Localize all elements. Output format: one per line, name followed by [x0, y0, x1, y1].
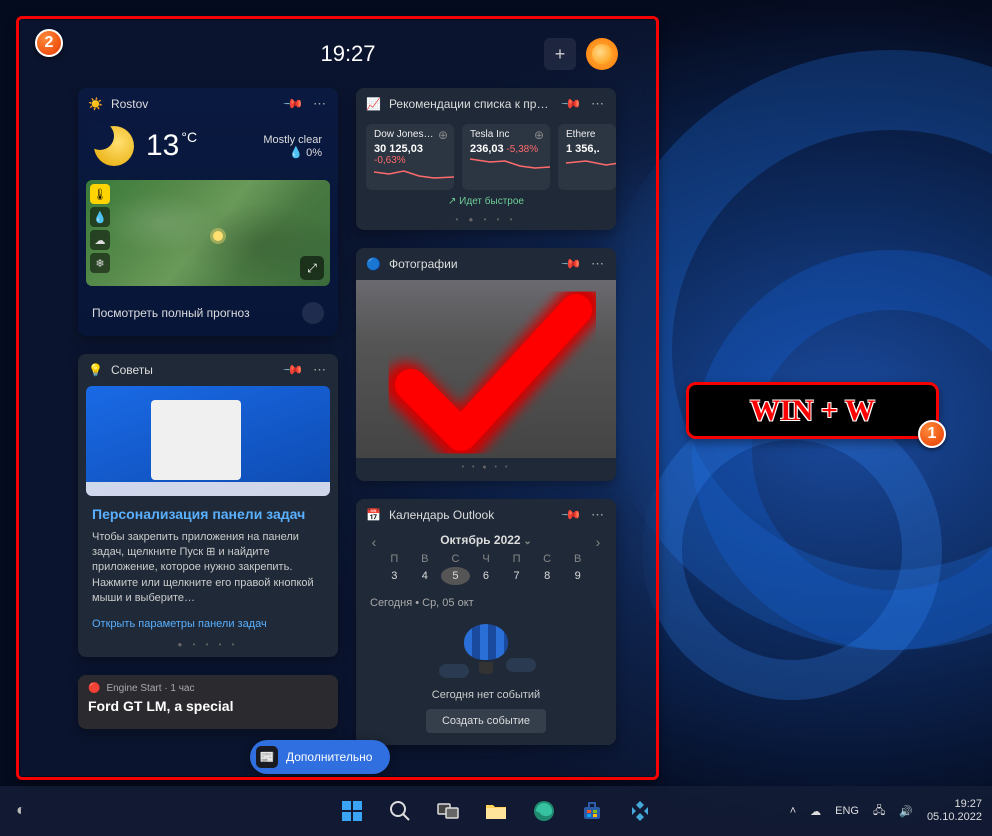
file-explorer-button[interactable] [476, 791, 516, 831]
tray-chevron-icon[interactable]: ˄ [790, 805, 796, 817]
annotation-shortcut-box: WIN + W [686, 382, 939, 439]
taskbar-widgets-button[interactable]: ◐ [10, 802, 26, 820]
annotation-box-2 [16, 16, 659, 780]
taskbar: ◐ ˄ ☁ ENG 🖧 🔊 19:27 05.10.2022 [0, 786, 992, 836]
task-view-button[interactable] [428, 791, 468, 831]
tray-network-icon[interactable]: 🖧 [873, 802, 885, 821]
tray-onedrive-icon[interactable]: ☁ [810, 805, 821, 818]
annotation-badge-1: 1 [918, 420, 946, 448]
tray-clock[interactable]: 19:27 05.10.2022 [927, 798, 982, 824]
edge-button[interactable] [524, 791, 564, 831]
app-button[interactable] [620, 791, 660, 831]
start-button[interactable] [332, 791, 372, 831]
search-button[interactable] [380, 791, 420, 831]
tray-volume-icon[interactable]: 🔊 [899, 805, 913, 818]
store-button[interactable] [572, 791, 612, 831]
annotation-badge-2: 2 [35, 29, 63, 57]
tray-language[interactable]: ENG [835, 805, 859, 817]
annotation-shortcut-text: WIN + W [750, 394, 875, 428]
